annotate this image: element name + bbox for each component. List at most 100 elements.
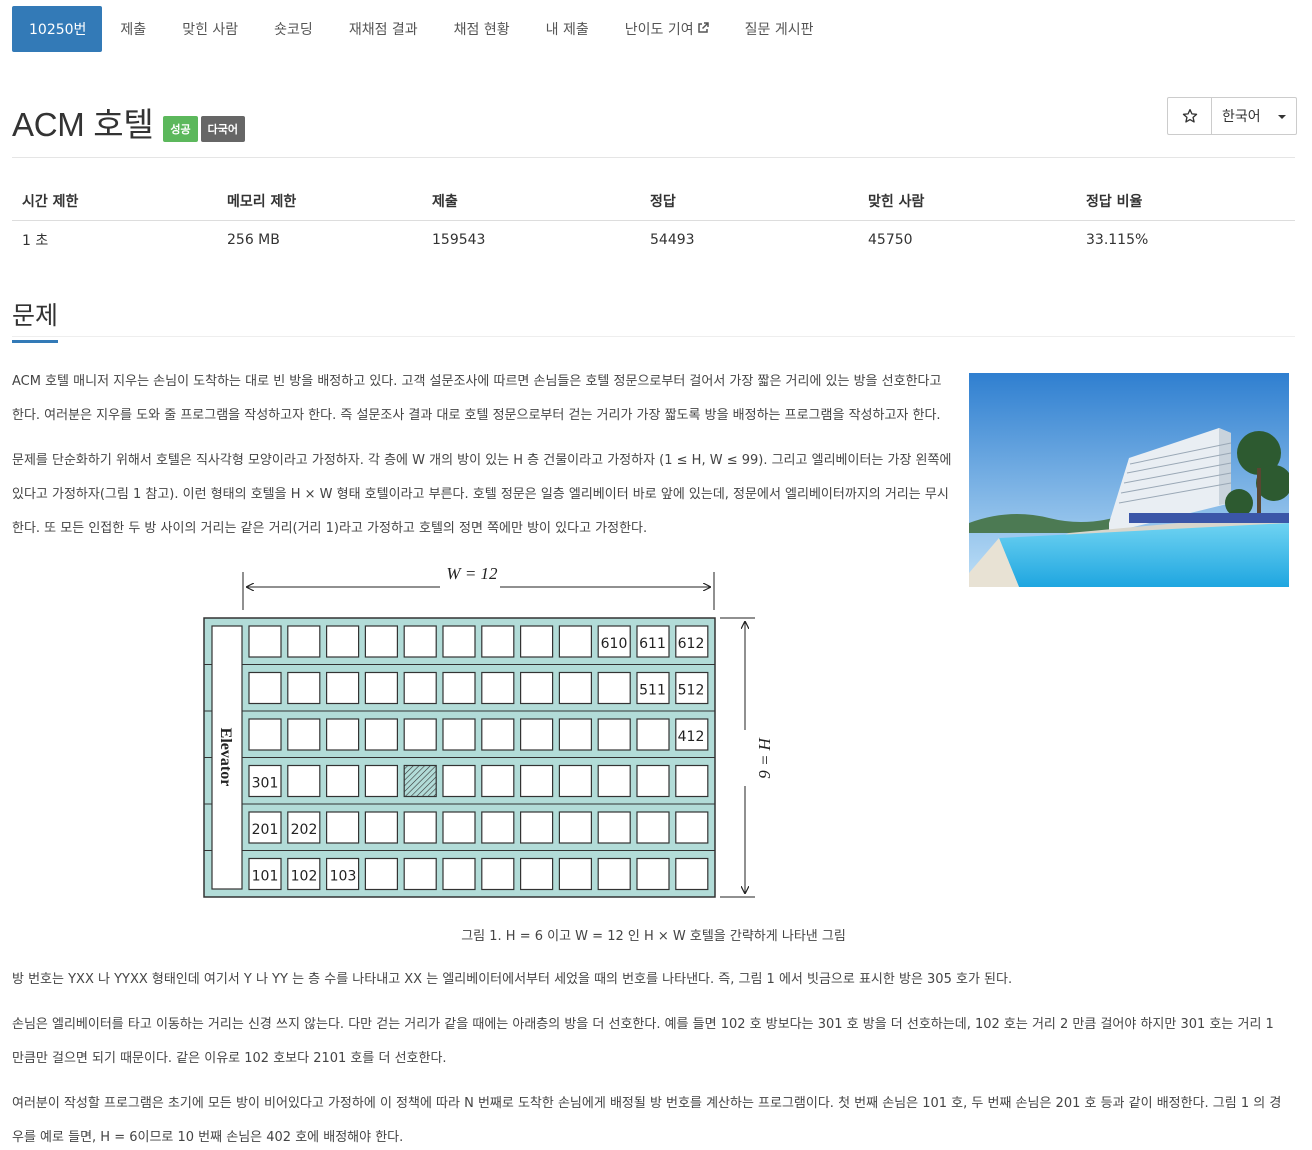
room-cell [481,857,515,891]
table-row: 1 초 256 MB 159543 54493 45750 33.115% [12,220,1295,260]
problem-text-line: ACM 호텔 매니저 지우는 손님이 도착하는 대로 빈 방을 배정하고 있다.… [12,374,942,389]
room-cell [403,718,437,751]
problem-tabs: 10250번 제출 맞힌 사람 숏코딩 재채점 결과 채점 현황 내 제출 난이… [12,6,831,52]
room-cell [248,718,282,751]
room-612: 612 [678,636,705,652]
room-cell [442,718,476,751]
room-cell [442,857,476,891]
room-cell [636,718,670,751]
tab-my-submissions[interactable]: 내 제출 [528,6,607,52]
elevator-label: Elevator [217,728,234,787]
room-cell [597,764,631,798]
time-limit-value: 1 초 [22,233,49,250]
room-cell [364,764,398,798]
room-cell [287,718,321,751]
room-611: 611 [639,636,666,652]
col-submissions: 제출 [422,182,640,221]
hotel-diagram: W = 12 H = 6 Elevator 610 611 612 511 51… [200,560,790,905]
room-610: 610 [601,636,628,652]
tab-difficulty[interactable]: 난이도 기여 [607,6,727,52]
problem-text-line: 한다. 여러분은 지우를 도와 줄 프로그램을 작성하고자 한다. 즉 설문조사… [12,408,941,423]
room-cell [520,764,554,798]
tab-shortcoding[interactable]: 숏코딩 [256,6,331,52]
tab-submit[interactable]: 제출 [102,6,164,52]
room-cell [481,671,515,705]
room-cell [364,671,398,705]
room-cell [675,811,709,844]
room-cell [364,811,398,844]
problem-text-line: 우를 예로 들면, H = 6이므로 10 번째 손님은 402 호에 배정해야… [12,1130,404,1145]
multilang-badge: 다국어 [200,116,246,142]
title-button-group: 한국어 [1167,97,1297,135]
room-101: 101 [252,869,279,885]
room-cell [597,811,631,844]
room-412: 412 [678,729,705,745]
tab-status[interactable]: 채점 현황 [436,6,528,52]
room-cell [364,718,398,751]
room-cell [442,764,476,798]
room-cell [403,857,437,891]
caret-down-icon [1278,115,1286,119]
room-cell [520,857,554,891]
width-label: W = 12 [446,564,498,583]
room-cell [558,857,592,891]
col-ratio: 정답 비율 [1076,182,1295,221]
room-cell [442,811,476,844]
room-cell [558,811,592,844]
height-label: H = 6 [755,737,774,779]
problem-title-row: ACM 호텔 성공 다국어 [12,98,246,146]
room-cell [558,625,592,658]
problem-text-line: 한다. 또 모든 인접한 두 방 사이의 거리는 같은 거리(거리 1)라고 가… [12,521,648,536]
tab-difficulty-label: 난이도 기여 [624,22,694,38]
room-cell [287,764,321,798]
section-divider [12,336,1295,337]
room-102: 102 [291,869,318,885]
hotel-photo [969,373,1289,593]
room-202: 202 [291,822,318,838]
room-cell [364,857,398,891]
room-cell [558,671,592,705]
problem-text-line: 방 번호는 YXX 나 YYXX 형태인데 여기서 Y 나 YY 는 층 수를 … [12,972,1013,987]
col-solvers: 맞힌 사람 [858,182,1076,221]
problem-text-line: 만큼만 걸으면 되기 때문이다. 같은 이유로 102 호보다 2101 호를 … [12,1051,447,1066]
room-cell [248,625,282,658]
title-divider [12,157,1295,158]
col-time-limit: 시간 제한 [12,182,217,221]
col-memory-limit: 메모리 제한 [217,182,422,221]
solvers-value: 45750 [868,232,913,249]
room-cell [597,857,631,891]
tab-problem[interactable]: 10250번 [12,6,103,52]
room-cell [325,625,360,658]
room-512: 512 [678,683,705,699]
room-cell [325,671,360,705]
room-cell [481,811,515,844]
room-cell [520,718,554,751]
memory-limit-value: 256 MB [227,232,280,249]
language-label: 한국어 [1222,109,1261,125]
room-cell [403,625,437,658]
tab-solvers[interactable]: 맞힌 사람 [164,6,256,52]
room-511: 511 [639,683,666,699]
language-select[interactable]: 한국어 [1212,98,1296,134]
room-cell [636,811,670,844]
room-cell [597,718,631,751]
success-badge: 성공 [163,116,198,142]
tab-rejudge[interactable]: 재채점 결과 [331,6,436,52]
room-cell [636,764,670,798]
room-cell [403,811,437,844]
star-icon [1182,109,1197,123]
accepted-value: 54493 [650,232,695,249]
room-cell [287,625,321,658]
favorite-button[interactable] [1168,98,1212,134]
room-cell [442,625,476,658]
room-201: 201 [252,822,279,838]
room-103: 103 [330,869,357,885]
room-cell [442,671,476,705]
room-cell [520,625,554,658]
room-cell [325,811,360,844]
room-cell [520,811,554,844]
tab-board[interactable]: 질문 게시판 [727,6,832,52]
room-cell [558,764,592,798]
room-cell [364,625,398,658]
ratio-value: 33.115% [1086,232,1149,249]
